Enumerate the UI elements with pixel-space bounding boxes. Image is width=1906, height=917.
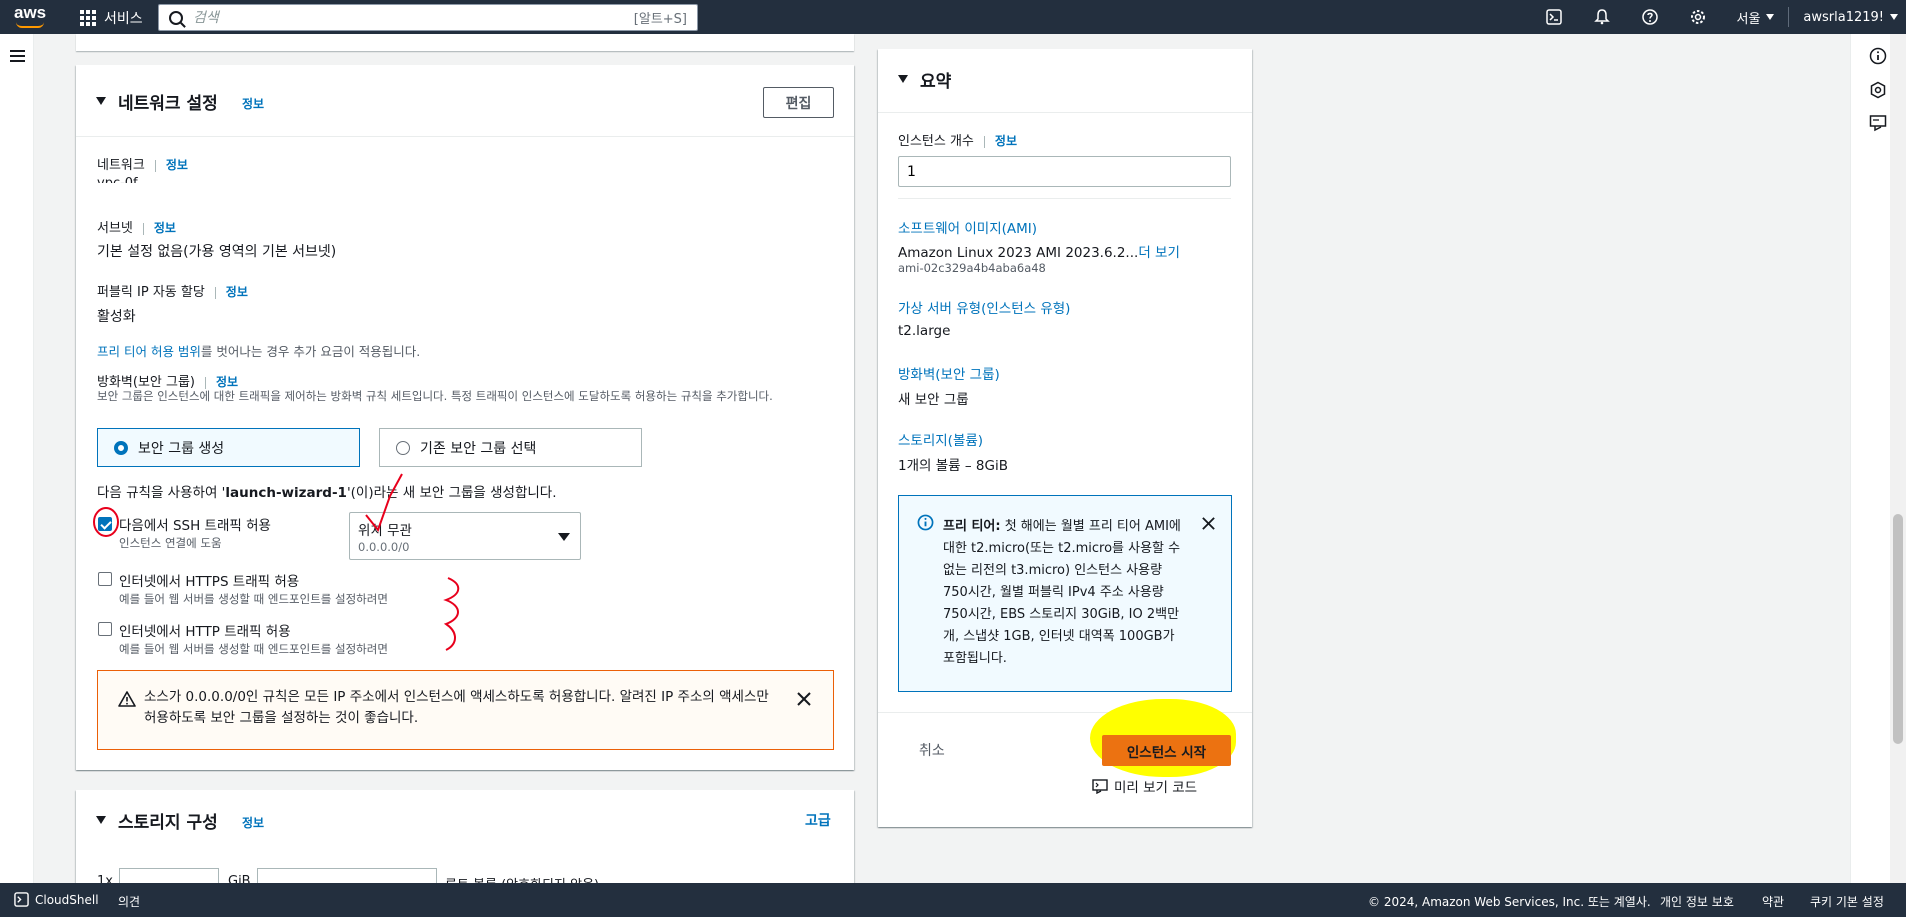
cloudshell-label: CloudShell — [35, 892, 99, 907]
feedback-link[interactable]: 의견 — [118, 893, 140, 910]
copyright-text: © 2024, Amazon Web Services, Inc. 또는 계열사… — [1368, 895, 1651, 909]
cookies-link[interactable]: 쿠키 기본 설정 — [1810, 893, 1884, 910]
red-annotation-marks — [93, 473, 460, 651]
cloudshell-button[interactable]: CloudShell — [14, 892, 99, 907]
cloudshell-icon — [14, 892, 29, 907]
privacy-link[interactable]: 개인 정보 보호 — [1660, 893, 1734, 910]
footer-bar: CloudShell 의견 © 2024, Amazon Web Service… — [0, 883, 1906, 917]
terms-link[interactable]: 약관 — [1762, 893, 1784, 910]
